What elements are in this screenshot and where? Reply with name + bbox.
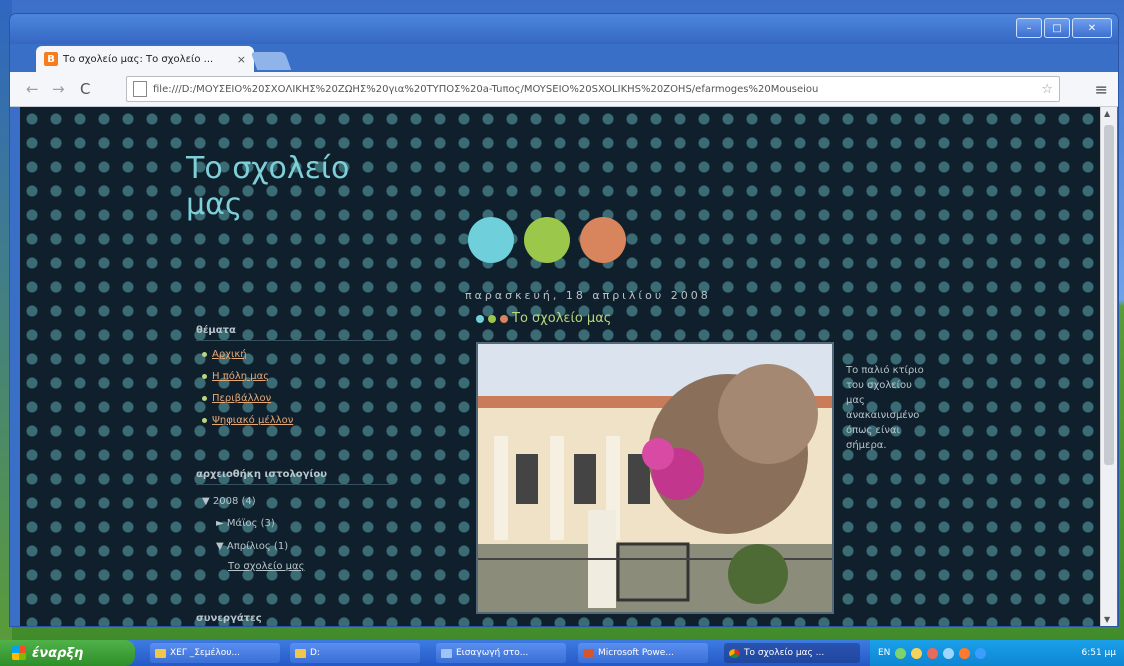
window-controls: – □ ✕ — [1016, 18, 1112, 38]
taskbar-button-folder[interactable]: ΧΕΓ _Σεμέλου... — [150, 643, 280, 663]
taskbar-button-drive[interactable]: D: — [290, 643, 420, 663]
browser-toolbar: ← → C file:///D:/ΜΟΥΣΕΙΟ%20ΣΧΟΛΙΚΗΣ%20ΖΩ… — [10, 72, 1118, 107]
chrome-icon — [729, 648, 740, 658]
back-arrow-icon[interactable]: ← — [26, 80, 39, 98]
blog-title[interactable]: Το σχολείο μας — [186, 151, 376, 223]
post-body-text: Το παλιό κτίριο του σχολείου μας ανακαιν… — [846, 365, 924, 451]
sidebar-item-our-town[interactable]: Η πόλη μας — [202, 371, 269, 382]
security-icon[interactable] — [927, 647, 939, 659]
archive-month-april[interactable]: ▼ Απρίλιος (1) — [216, 541, 288, 552]
scrollbar-thumb[interactable] — [1104, 125, 1114, 465]
orange-dot-icon — [500, 314, 508, 323]
archive-post-link[interactable]: Το σχολείο μας — [228, 561, 304, 572]
blogger-favicon-icon: B — [44, 52, 58, 66]
green-dot-icon — [488, 314, 496, 323]
scroll-up-arrow-icon[interactable]: ▲ — [1104, 109, 1110, 118]
menu-icon[interactable]: ≡ — [1095, 80, 1108, 99]
taskbar-button-label: Εισαγωγή στο... — [456, 648, 529, 658]
page-icon — [133, 81, 147, 97]
page-content: Το σχολείο μας παρασκευή, 18 απριλίου 20… — [20, 107, 1100, 626]
bullet-icon — [202, 418, 207, 423]
bookmark-star-icon[interactable]: ☆ — [1041, 82, 1053, 97]
powerpoint-icon — [583, 648, 594, 658]
taskbar-button-label: Microsoft Powe... — [598, 648, 674, 658]
clock[interactable]: 6:51 μμ — [1081, 648, 1116, 658]
teal-dot-icon — [476, 314, 484, 323]
post-title-text: Το σχολείο μας — [512, 311, 612, 326]
sidebar-item-label: Ψηφιακό μέλλον — [212, 415, 294, 426]
browser-tabbar — [10, 14, 1118, 44]
document-icon — [441, 648, 452, 658]
sidebar-archive-heading: αρχειοθήκη ιστολογίου — [196, 469, 392, 485]
browser-window: – □ ✕ B Το σχολείο μας: Το σχολείο ... ×… — [10, 14, 1118, 626]
taskbar-button-label: Το σχολείο μας ... — [744, 648, 825, 658]
system-tray: EN 6:51 μμ — [870, 640, 1124, 666]
minimize-button[interactable]: – — [1016, 18, 1042, 38]
taskbar-button-label: ΧΕΓ _Σεμέλου... — [170, 648, 240, 658]
sidebar-followers-heading: συνεργάτες — [196, 613, 262, 624]
folder-icon — [295, 648, 306, 658]
reload-icon[interactable]: C — [80, 80, 90, 98]
tab-title: Το σχολείο μας: Το σχολείο ... — [63, 53, 214, 65]
network-icon[interactable] — [895, 647, 907, 659]
teal-circle-decoration — [468, 217, 514, 263]
scroll-down-arrow-icon[interactable]: ▼ — [1104, 615, 1110, 624]
archive-year-2008[interactable]: ▼ 2008 (4) — [202, 496, 256, 507]
sidebar-item-environment[interactable]: Περιβάλλον — [202, 393, 271, 404]
sidebar-topics-heading: θέματα — [196, 325, 392, 341]
new-tab-button[interactable] — [250, 52, 292, 70]
sidebar-item-label: Η πόλη μας — [212, 371, 270, 382]
volume-icon[interactable] — [911, 647, 923, 659]
tab-close-icon[interactable]: × — [237, 53, 246, 66]
sidebar-item-home[interactable]: Αρχική — [202, 349, 247, 360]
address-bar[interactable]: file:///D:/ΜΟΥΣΕΙΟ%20ΣΧΟΛΙΚΗΣ%20ΖΩΗΣ%20γ… — [126, 76, 1060, 102]
taskbar-button-powerpoint[interactable]: Microsoft Powe... — [578, 643, 708, 663]
folder-icon — [155, 648, 166, 658]
windows-logo-icon — [12, 646, 26, 660]
vertical-scrollbar[interactable]: ▲ ▼ — [1100, 107, 1117, 626]
browser-tab[interactable]: B Το σχολείο μας: Το σχολείο ... × — [36, 46, 254, 72]
sidebar-item-digital-future[interactable]: Ψηφιακό μέλλον — [202, 415, 293, 426]
start-button[interactable]: έναρξη — [0, 640, 135, 666]
taskbar-button-label: D: — [310, 648, 320, 658]
post-title[interactable]: Το σχολείο μας — [476, 311, 611, 326]
address-bar-url: file:///D:/ΜΟΥΣΕΙΟ%20ΣΧΟΛΙΚΗΣ%20ΖΩΗΣ%20γ… — [153, 83, 819, 95]
forward-arrow-icon[interactable]: → — [52, 80, 65, 98]
bullet-icon — [202, 396, 207, 401]
green-circle-decoration — [524, 217, 570, 263]
bullet-icon — [202, 374, 207, 379]
tray-app-icon[interactable] — [943, 647, 955, 659]
tray-app-icon[interactable] — [959, 647, 971, 659]
sidebar-item-label: Περιβάλλον — [212, 393, 272, 404]
taskbar-button-chrome[interactable]: Το σχολείο μας ... — [724, 643, 860, 663]
archive-month-may[interactable]: ► Μάϊος (3) — [216, 518, 275, 529]
maximize-button[interactable]: □ — [1044, 18, 1070, 38]
start-label: έναρξη — [32, 645, 84, 661]
school-building-photo[interactable] — [476, 342, 834, 614]
tray-app-icon[interactable] — [975, 647, 987, 659]
taskbar-button-document[interactable]: Εισαγωγή στο... — [436, 643, 566, 663]
post-date: παρασκευή, 18 απριλίου 2008 — [465, 289, 711, 302]
sidebar-item-label: Αρχική — [212, 349, 247, 360]
language-indicator[interactable]: EN — [878, 648, 890, 658]
bullet-icon — [202, 352, 207, 357]
windows-taskbar: έναρξη ΧΕΓ _Σεμέλου... D: Εισαγωγή στο..… — [0, 640, 1124, 666]
close-window-button[interactable]: ✕ — [1072, 18, 1112, 38]
orange-circle-decoration — [580, 217, 626, 263]
